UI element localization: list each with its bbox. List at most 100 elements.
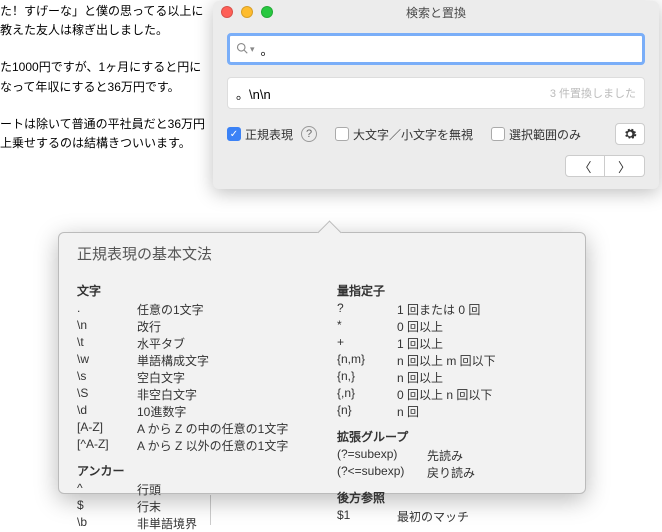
selection-checkbox[interactable]: 選択範囲のみ: [491, 126, 581, 143]
help-desc: n 回以上: [397, 369, 443, 386]
help-desc: 行頭: [137, 481, 161, 498]
help-desc: 最初のマッチ: [397, 508, 469, 525]
help-desc: 0 回以上 n 回以下: [397, 386, 492, 403]
help-symbol: \S: [77, 386, 137, 403]
help-symbol: {n,}: [337, 369, 397, 386]
help-desc: 非単語境界: [137, 515, 197, 532]
regex-checkbox[interactable]: ✓正規表現: [227, 126, 293, 143]
help-row: \d10進数字: [77, 403, 307, 420]
bg-para: た！すげーな」と僕の思ってる以上に教えた友人は稼ぎ出しました。: [0, 2, 210, 40]
selection-label: 選択範囲のみ: [509, 126, 581, 143]
bg-para: ートは除いて普通の平社員だと36万円上乗せするのは結構きついいます。: [0, 115, 210, 153]
ignorecase-checkbox[interactable]: 大文字／小文字を無視: [335, 126, 473, 143]
search-icon: [236, 42, 248, 57]
popover-title: 正規表現の基本文法: [77, 243, 567, 264]
regex-label: 正規表現: [245, 126, 293, 143]
replace-input[interactable]: [236, 86, 550, 101]
anchor-heading: アンカー: [77, 462, 307, 479]
help-row: \t水平タブ: [77, 335, 307, 352]
help-desc: 先読み: [427, 447, 463, 464]
help-desc: n 回以上 m 回以下: [397, 352, 496, 369]
help-row: \n改行: [77, 318, 307, 335]
help-desc: 1 回以上: [397, 335, 443, 352]
help-symbol: \b: [77, 515, 137, 532]
help-symbol: ?: [337, 301, 397, 318]
ext-heading: 拡張グループ: [337, 428, 567, 445]
help-desc: 非空白文字: [137, 386, 197, 403]
help-symbol: +: [337, 335, 397, 352]
help-symbol: [^A-Z]: [77, 437, 137, 454]
help-row: \w単語構成文字: [77, 352, 307, 369]
help-row: $1最初のマッチ: [337, 508, 567, 525]
regex-help-popover: 正規表現の基本文法 文字 .任意の1文字\n改行\t水平タブ\w単語構成文字\s…: [58, 232, 586, 494]
help-desc: 空白文字: [137, 369, 185, 386]
help-desc: 改行: [137, 318, 161, 335]
help-desc: 水平タブ: [137, 335, 185, 352]
prev-button[interactable]: 〈: [565, 155, 605, 177]
help-row: \S非空白文字: [77, 386, 307, 403]
help-row: ^行頭: [77, 481, 307, 498]
help-row: .任意の1文字: [77, 301, 307, 318]
help-desc: 行末: [137, 498, 161, 515]
help-row: {n}n 回: [337, 403, 567, 420]
help-row: [A-Z]A から Z の中の任意の1文字: [77, 420, 307, 437]
help-symbol: (?<=subexp): [337, 464, 427, 481]
help-row: {n,m}n 回以上 m 回以下: [337, 352, 567, 369]
chevron-down-icon[interactable]: ▾: [250, 44, 255, 55]
help-symbol: [A-Z]: [77, 420, 137, 437]
help-desc: 1 回または 0 回: [397, 301, 480, 318]
help-row: ?1 回または 0 回: [337, 301, 567, 318]
find-replace-dialog: 検索と置換 ▾ 3 件置換しました ✓正規表現 ? 大文字／小文字を無視 選択範…: [213, 1, 659, 189]
help-row: *0 回以上: [337, 318, 567, 335]
help-row: {,n}0 回以上 n 回以下: [337, 386, 567, 403]
search-input[interactable]: [261, 42, 636, 57]
help-symbol: .: [77, 301, 137, 318]
next-button[interactable]: 〉: [605, 155, 645, 177]
back-heading: 後方参照: [337, 489, 567, 506]
gear-button[interactable]: [615, 123, 645, 145]
help-desc: A から Z の中の任意の1文字: [137, 420, 288, 437]
help-symbol: $1: [337, 508, 397, 525]
bg-para: た1000円ですが、1ヶ月にすると円になって年収にすると36万円です。: [0, 58, 210, 96]
help-row: [^A-Z]A から Z 以外の任意の1文字: [77, 437, 307, 454]
titlebar: 検索と置換: [213, 1, 659, 23]
ignorecase-label: 大文字／小文字を無視: [353, 126, 473, 143]
search-field[interactable]: ▾: [227, 33, 645, 65]
help-symbol: \n: [77, 318, 137, 335]
help-symbol: \w: [77, 352, 137, 369]
help-row: {n,}n 回以上: [337, 369, 567, 386]
help-symbol: \d: [77, 403, 137, 420]
right-column: 量指定子 ?1 回または 0 回*0 回以上+1 回以上{n,m}n 回以上 m…: [337, 274, 567, 532]
help-desc: A から Z 以外の任意の1文字: [137, 437, 288, 454]
help-row: $行末: [77, 498, 307, 515]
left-column: 文字 .任意の1文字\n改行\t水平タブ\w単語構成文字\s空白文字\S非空白文…: [77, 274, 307, 532]
replace-field[interactable]: 3 件置換しました: [227, 77, 645, 109]
help-row: (?=subexp)先読み: [337, 447, 567, 464]
help-symbol: {,n}: [337, 386, 397, 403]
quant-heading: 量指定子: [337, 282, 567, 299]
background-document: た！すげーな」と僕の思ってる以上に教えた友人は稼ぎ出しました。 た1000円です…: [0, 2, 210, 171]
help-row: (?<=subexp)戻り読み: [337, 464, 567, 481]
help-symbol: $: [77, 498, 137, 515]
gear-icon: [623, 127, 637, 141]
help-desc: 0 回以上: [397, 318, 443, 335]
help-symbol: \t: [77, 335, 137, 352]
help-row: \b非単語境界: [77, 515, 307, 532]
help-row: \s空白文字: [77, 369, 307, 386]
help-symbol: *: [337, 318, 397, 335]
dialog-title: 検索と置換: [213, 4, 659, 21]
help-symbol: (?=subexp): [337, 447, 427, 464]
help-symbol: \s: [77, 369, 137, 386]
help-desc: 戻り読み: [427, 464, 475, 481]
help-desc: n 回: [397, 403, 419, 420]
help-symbol: ^: [77, 481, 137, 498]
help-symbol: {n}: [337, 403, 397, 420]
help-desc: 任意の1文字: [137, 301, 204, 318]
chars-heading: 文字: [77, 282, 307, 299]
replace-status: 3 件置換しました: [550, 85, 636, 101]
help-icon[interactable]: ?: [301, 126, 317, 142]
help-desc: 単語構成文字: [137, 352, 209, 369]
help-desc: 10進数字: [137, 403, 186, 420]
help-row: +1 回以上: [337, 335, 567, 352]
help-symbol: {n,m}: [337, 352, 397, 369]
